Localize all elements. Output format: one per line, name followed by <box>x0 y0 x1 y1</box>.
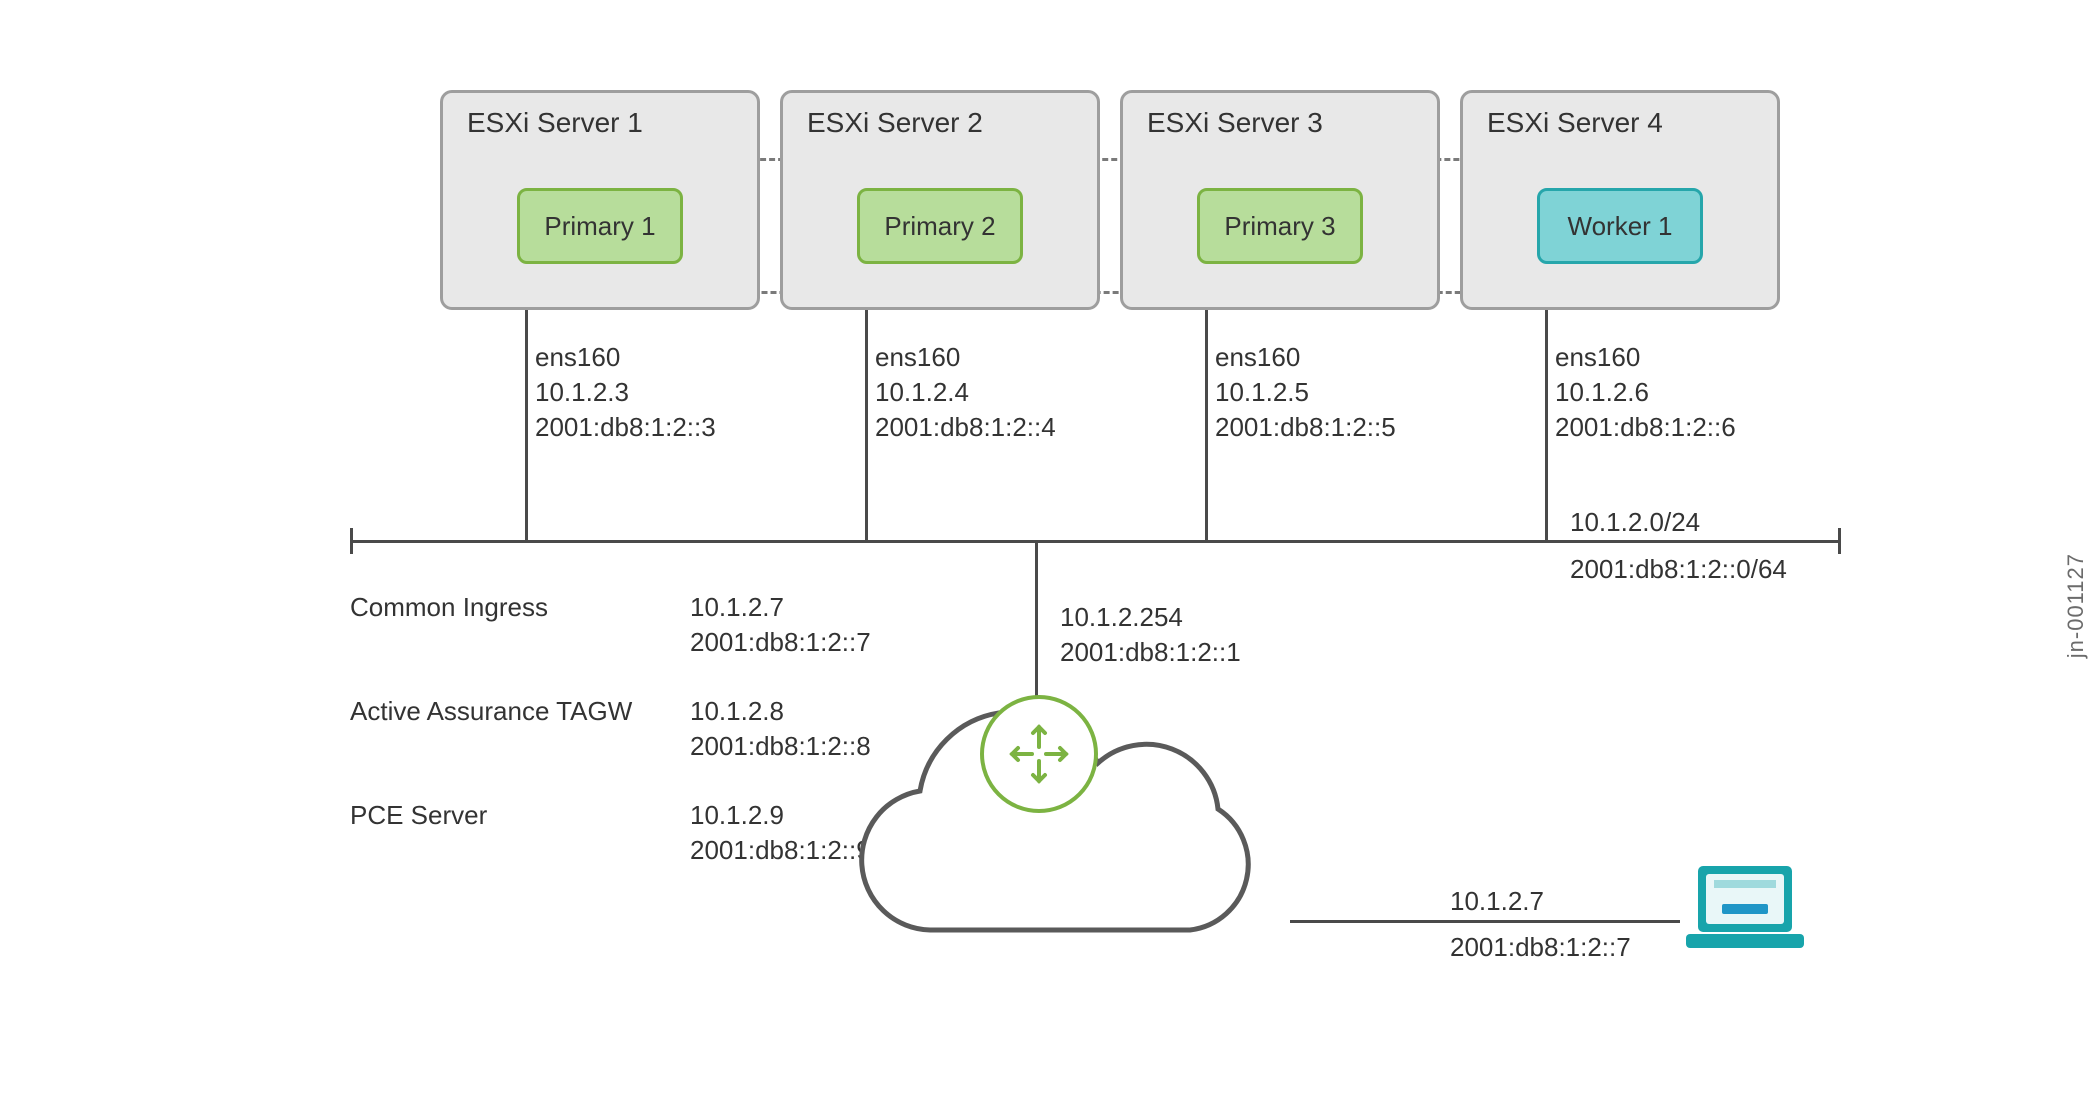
vip-3-ipv4: 10.1.2.9 <box>690 800 784 830</box>
esxi-server-2: ESXi Server 2 Primary 2 <box>780 90 1100 310</box>
server-4-addrs: ens160 10.1.2.6 2001:db8:1:2::6 <box>1555 340 1736 445</box>
server-1-addrs: ens160 10.1.2.3 2001:db8:1:2::3 <box>535 340 716 445</box>
client-ipv4: 10.1.2.7 <box>1450 884 1544 919</box>
server-3-addrs: ens160 10.1.2.5 2001:db8:1:2::5 <box>1215 340 1396 445</box>
vip-2-label: Active Assurance TAGW <box>350 694 632 729</box>
vm-primary-3-label: Primary 3 <box>1224 211 1335 242</box>
subnet-ipv6: 2001:db8:1:2::0/64 <box>1570 552 1787 587</box>
gateway-ipv6: 2001:db8:1:2::1 <box>1060 637 1241 667</box>
server-3-ipv4: 10.1.2.5 <box>1215 377 1309 407</box>
reference-id: jn-001127 <box>2063 553 2089 658</box>
vm-primary-1-label: Primary 1 <box>544 211 655 242</box>
server-1-ipv4: 10.1.2.3 <box>535 377 629 407</box>
server-1-iface: ens160 <box>535 342 620 372</box>
esxi-server-4: ESXi Server 4 Worker 1 <box>1460 90 1780 310</box>
esxi-server-3: ESXi Server 3 Primary 3 <box>1120 90 1440 310</box>
esxi-3-title: ESXi Server 3 <box>1147 107 1323 139</box>
link-vm2-bus <box>865 310 868 540</box>
bus-tick-right <box>1838 528 1841 554</box>
link-vm4-bus <box>1545 310 1548 540</box>
server-4-iface: ens160 <box>1555 342 1640 372</box>
diagram-root: ESXi Server 1 Primary 1 ESXi Server 2 Pr… <box>0 0 2100 1106</box>
server-2-addrs: ens160 10.1.2.4 2001:db8:1:2::4 <box>875 340 1056 445</box>
vm-primary-1: Primary 1 <box>517 188 683 264</box>
gateway-addrs: 10.1.2.254 2001:db8:1:2::1 <box>1060 600 1241 670</box>
vm-primary-3: Primary 3 <box>1197 188 1363 264</box>
link-cloud-client <box>1290 920 1680 923</box>
bus-tick-left <box>350 528 353 554</box>
gateway-ipv4: 10.1.2.254 <box>1060 602 1183 632</box>
link-vm3-bus <box>1205 310 1208 540</box>
server-1-ipv6: 2001:db8:1:2::3 <box>535 412 716 442</box>
client-laptop-icon <box>1680 860 1810 970</box>
vip-1-ipv4: 10.1.2.7 <box>690 592 784 622</box>
vip-1-ipv6: 2001:db8:1:2::7 <box>690 627 871 657</box>
vm-worker-1: Worker 1 <box>1537 188 1703 264</box>
vm-primary-2-label: Primary 2 <box>884 211 995 242</box>
client-ipv6: 2001:db8:1:2::7 <box>1450 930 1631 965</box>
vm-worker-1-label: Worker 1 <box>1568 211 1673 242</box>
server-4-ipv6: 2001:db8:1:2::6 <box>1555 412 1736 442</box>
server-2-ipv4: 10.1.2.4 <box>875 377 969 407</box>
server-3-iface: ens160 <box>1215 342 1300 372</box>
esxi-2-title: ESXi Server 2 <box>807 107 983 139</box>
vm-primary-2: Primary 2 <box>857 188 1023 264</box>
server-4-ipv4: 10.1.2.6 <box>1555 377 1649 407</box>
subnet-ipv4: 10.1.2.0/24 <box>1570 505 1700 540</box>
server-3-ipv6: 2001:db8:1:2::5 <box>1215 412 1396 442</box>
esxi-1-title: ESXi Server 1 <box>467 107 643 139</box>
esxi-server-1: ESXi Server 1 Primary 1 <box>440 90 760 310</box>
link-vm1-bus <box>525 310 528 540</box>
router-icon <box>980 695 1098 813</box>
server-2-ipv6: 2001:db8:1:2::4 <box>875 412 1056 442</box>
link-bus-router <box>1035 540 1038 700</box>
server-2-iface: ens160 <box>875 342 960 372</box>
vip-3-label: PCE Server <box>350 798 487 833</box>
vip-2-ipv4: 10.1.2.8 <box>690 696 784 726</box>
vip-1-label: Common Ingress <box>350 590 548 625</box>
esxi-4-title: ESXi Server 4 <box>1487 107 1663 139</box>
subnet-bus <box>350 540 1840 543</box>
vip-1-addrs: 10.1.2.7 2001:db8:1:2::7 <box>690 590 871 660</box>
